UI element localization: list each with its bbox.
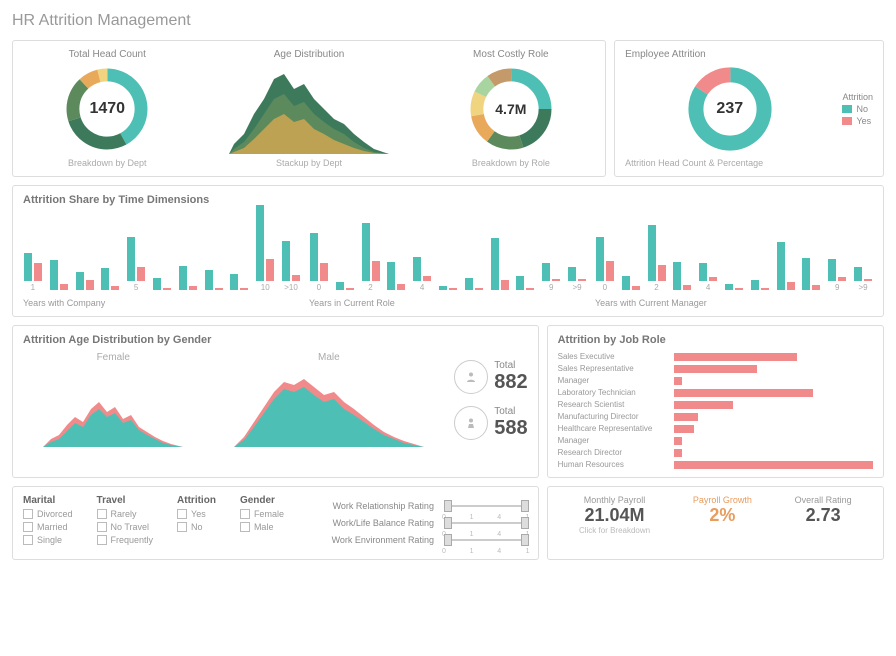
payroll-sub: Click for Breakdown xyxy=(579,526,650,535)
agedist-sub: Stackup by Dept xyxy=(200,158,419,168)
checkbox-female[interactable]: Female xyxy=(240,509,284,519)
slider[interactable]: 0141 xyxy=(444,500,528,512)
costlyrole-block: Most Costly Role 4.7M Breakdown by Role xyxy=(427,49,596,168)
female-total: 588 xyxy=(494,417,527,440)
growth-value: 2% xyxy=(693,505,752,526)
rating-value: 2.73 xyxy=(795,505,852,526)
headcount-block: Total Head Count 1470 Breakdown by Dept xyxy=(23,49,192,168)
attrition-card: Employee Attrition 237 Attrition No Yes … xyxy=(614,40,884,177)
filters-card: MaritalDivorcedMarriedSingleTravelRarely… xyxy=(12,486,539,560)
axis-label: Years with Current Manager xyxy=(595,298,873,308)
page-title: HR Attrition Management xyxy=(12,12,884,30)
time-panel[interactable]: 0249>9Years in Current Role xyxy=(309,212,587,308)
time-panels: 1510>10Years with Company0249>9Years in … xyxy=(23,212,873,308)
costlyrole-title: Most Costly Role xyxy=(427,49,596,60)
headcount-sub: Breakdown by Dept xyxy=(23,158,192,168)
male-total: 882 xyxy=(494,371,527,394)
totals-col: Total882 Total588 xyxy=(454,352,527,447)
costlyrole-sub: Breakdown by Role xyxy=(427,158,596,168)
agedist-chart[interactable] xyxy=(200,64,419,154)
time-section: Attrition Share by Time Dimensions 1510>… xyxy=(12,185,884,317)
sliders: Work Relationship Rating0141 Work/Life Ba… xyxy=(304,495,528,551)
checkbox-married[interactable]: Married xyxy=(23,522,73,532)
hbar-row: Sales Representative xyxy=(558,364,873,373)
time-panel[interactable]: 0249>9Years with Current Manager xyxy=(595,212,873,308)
hbar-row: Research Director xyxy=(558,448,873,457)
slider-row: Work Relationship Rating0141 xyxy=(304,500,528,512)
filter-travel: TravelRarelyNo TravelFrequently xyxy=(97,495,154,545)
slider[interactable]: 0141 xyxy=(444,534,528,546)
hbar-row: Manager xyxy=(558,376,873,385)
hbar-row: Human Resources xyxy=(558,460,873,469)
filter-attrition: AttritionYesNo xyxy=(177,495,216,545)
headcount-title: Total Head Count xyxy=(23,49,192,60)
attrition-sub: Attrition Head Count & Percentage xyxy=(625,158,873,168)
male-col: Male xyxy=(212,352,447,447)
filter-gender: GenderFemaleMale xyxy=(240,495,284,545)
payroll-value: 21.04M xyxy=(579,505,650,526)
female-area[interactable] xyxy=(43,367,183,447)
gender-section: Attrition Age Distribution by Gender Fem… xyxy=(12,325,539,478)
attrition-legend: Attrition No Yes xyxy=(842,92,873,126)
headcount-donut[interactable]: 1470 xyxy=(23,64,192,154)
hbar-row: Healthcare Representative xyxy=(558,424,873,433)
time-panel[interactable]: 1510>10Years with Company xyxy=(23,212,301,308)
legend-yes: Yes xyxy=(842,116,873,126)
kpi-payroll[interactable]: Monthly Payroll 21.04M Click for Breakdo… xyxy=(579,495,650,535)
checkbox-no-travel[interactable]: No Travel xyxy=(97,522,154,532)
top-row: Total Head Count 1470 Breakdown by Dept … xyxy=(12,40,884,177)
jobrole-bars[interactable]: Sales Executive Sales Representative Manag… xyxy=(558,352,873,469)
male-area[interactable] xyxy=(234,367,424,447)
kpi-growth: Payroll Growth 2% xyxy=(693,495,752,535)
summary-card: Total Head Count 1470 Breakdown by Dept … xyxy=(12,40,606,177)
kpi-rating: Overall Rating 2.73 xyxy=(795,495,852,535)
costlyrole-value: 4.7M xyxy=(495,101,526,117)
legend-title: Attrition xyxy=(842,92,873,102)
agedist-block: Age Distribution Stackup by Dept xyxy=(200,49,419,168)
jobrole-section: Attrition by Job Role Sales ExecutiveSal… xyxy=(547,325,884,478)
attrition-donut[interactable]: 237 xyxy=(625,64,834,154)
checkbox-single[interactable]: Single xyxy=(23,535,73,545)
attrition-value: 237 xyxy=(716,100,743,118)
female-icon xyxy=(465,417,477,429)
hbar-row: Manufacturing Director xyxy=(558,412,873,421)
payroll-label: Monthly Payroll xyxy=(579,495,650,505)
gender-title: Attrition Age Distribution by Gender xyxy=(23,334,528,346)
rating-label: Overall Rating xyxy=(795,495,852,505)
hbar-row: Sales Executive xyxy=(558,352,873,361)
costlyrole-donut[interactable]: 4.7M xyxy=(427,64,596,154)
male-icon xyxy=(465,371,477,383)
female-total-block: Total588 xyxy=(454,406,527,440)
total-label-1: Total xyxy=(494,360,527,371)
checkbox-frequently[interactable]: Frequently xyxy=(97,535,154,545)
checkbox-yes[interactable]: Yes xyxy=(177,509,216,519)
slider[interactable]: 0141 xyxy=(444,517,528,529)
legend-no: No xyxy=(842,104,873,114)
filter-marital: MaritalDivorcedMarriedSingle xyxy=(23,495,73,545)
total-label-2: Total xyxy=(494,406,527,417)
growth-label: Payroll Growth xyxy=(693,495,752,505)
female-col: Female xyxy=(23,352,204,447)
slider-row: Work/Life Balance Rating0141 xyxy=(304,517,528,529)
headcount-value: 1470 xyxy=(89,100,125,118)
axis-label: Years in Current Role xyxy=(309,298,587,308)
male-label: Male xyxy=(318,352,340,363)
agedist-title: Age Distribution xyxy=(200,49,419,60)
hbar-row: Research Scientist xyxy=(558,400,873,409)
filter-columns: MaritalDivorcedMarriedSingleTravelRarely… xyxy=(23,495,284,545)
checkbox-divorced[interactable]: Divorced xyxy=(23,509,73,519)
time-title: Attrition Share by Time Dimensions xyxy=(23,194,873,206)
axis-label: Years with Company xyxy=(23,298,301,308)
female-label: Female xyxy=(97,352,130,363)
hbar-row: Manager xyxy=(558,436,873,445)
hbar-row: Laboratory Technician xyxy=(558,388,873,397)
checkbox-rarely[interactable]: Rarely xyxy=(97,509,154,519)
checkbox-no[interactable]: No xyxy=(177,522,216,532)
attrition-title: Employee Attrition xyxy=(625,49,873,60)
slider-row: Work Environment Rating0141 xyxy=(304,534,528,546)
male-total-block: Total882 xyxy=(454,360,527,394)
checkbox-male[interactable]: Male xyxy=(240,522,284,532)
kpi-card: Monthly Payroll 21.04M Click for Breakdo… xyxy=(547,486,884,560)
jobrole-title: Attrition by Job Role xyxy=(558,334,873,346)
